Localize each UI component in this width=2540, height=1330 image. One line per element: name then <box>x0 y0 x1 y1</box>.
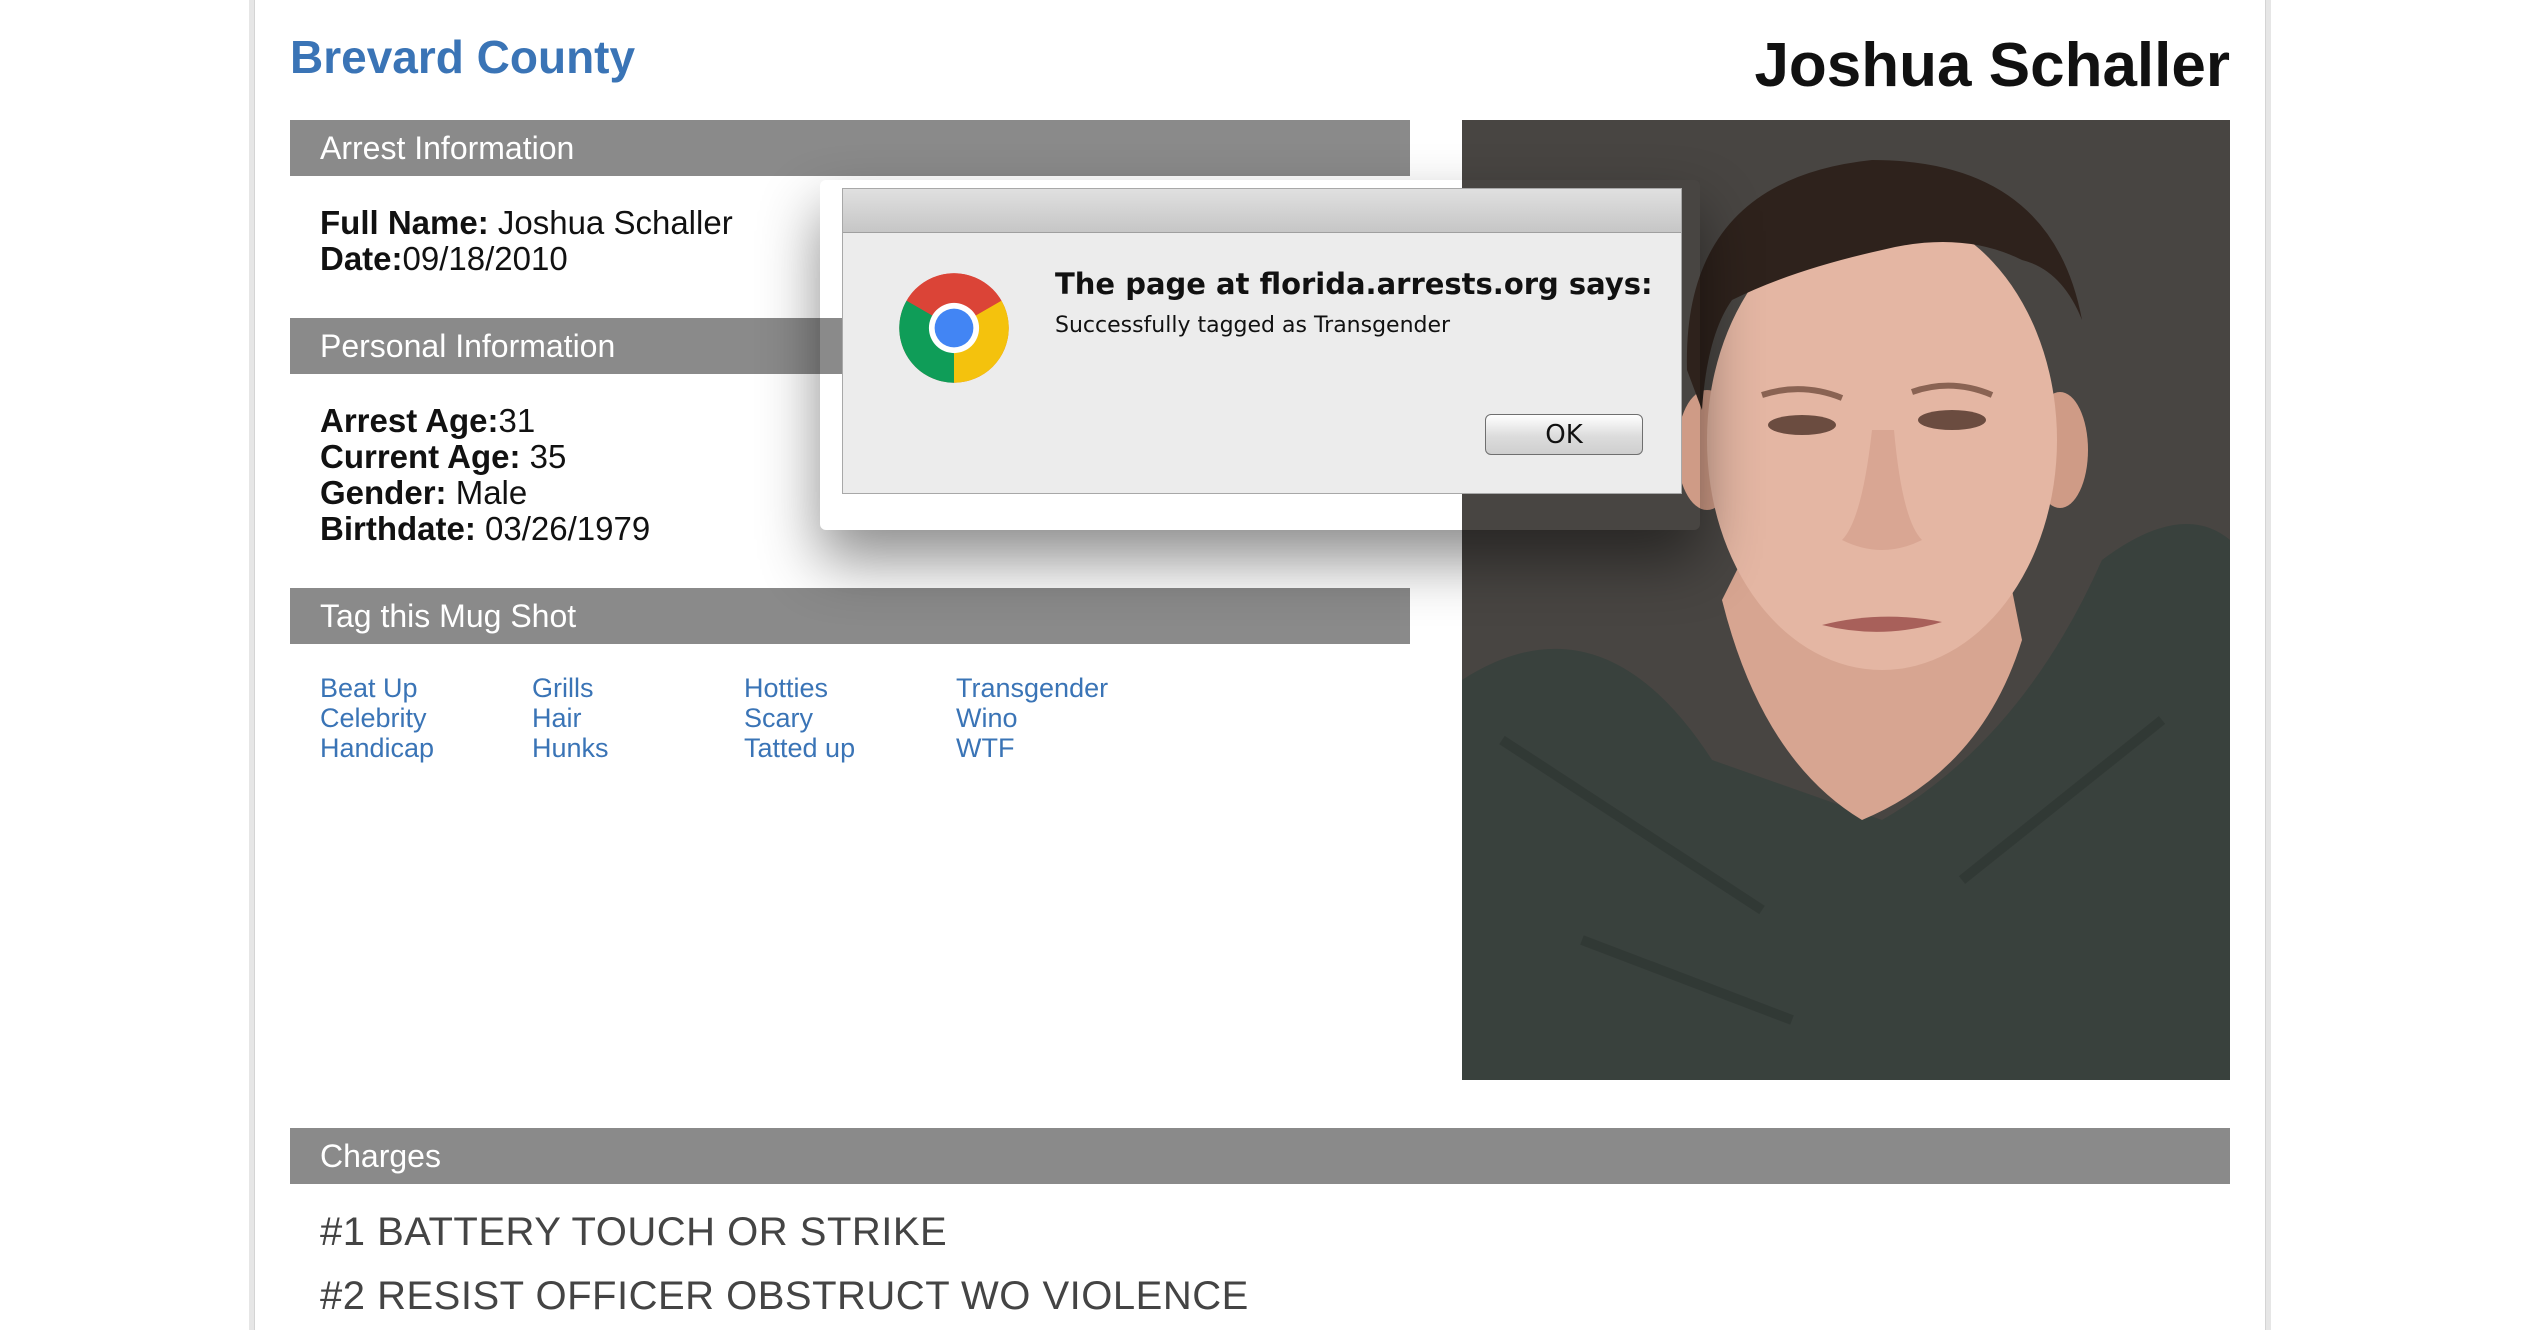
full-name-value: Joshua Schaller <box>497 204 733 241</box>
gender-row: Gender: Male <box>320 475 650 511</box>
tag-link-grills[interactable]: Grills <box>532 673 744 703</box>
tag-link-scary[interactable]: Scary <box>744 703 956 733</box>
left-page-border <box>249 0 255 1330</box>
arrest-age-value: 31 <box>498 402 536 439</box>
charge-item-1: #1 BATTERY TOUCH OR STRIKE <box>320 1210 948 1254</box>
birthdate-value: 03/26/1979 <box>485 510 651 547</box>
tag-link-handicap[interactable]: Handicap <box>320 733 532 763</box>
birthdate-label: Birthdate: <box>320 510 476 547</box>
charge-item-2: #2 RESIST OFFICER OBSTRUCT WO VIOLENCE <box>320 1274 1249 1318</box>
gender-value: Male <box>455 474 528 511</box>
ok-button[interactable]: OK <box>1485 414 1643 455</box>
alert-dialog: The page at florida.arrests.org says: Su… <box>842 188 1682 494</box>
arrest-info-bar: Arrest Information <box>290 120 1410 176</box>
arrest-age-label: Arrest Age: <box>320 402 499 439</box>
full-name-row: Full Name: Joshua Schaller <box>320 205 733 241</box>
tag-section-bar: Tag this Mug Shot <box>290 588 1410 644</box>
dialog-message: Successfully tagged as Transgender <box>1055 313 1451 338</box>
tag-link-transgender[interactable]: Transgender <box>956 673 1168 703</box>
arrest-age-row: Arrest Age:31 <box>320 403 650 439</box>
birthdate-row: Birthdate: 03/26/1979 <box>320 511 650 547</box>
tag-link-celebrity[interactable]: Celebrity <box>320 703 532 733</box>
dialog-title-bar[interactable] <box>843 189 1681 233</box>
tag-link-hair[interactable]: Hair <box>532 703 744 733</box>
date-value: 09/18/2010 <box>402 240 568 277</box>
tag-link-beat-up[interactable]: Beat Up <box>320 673 532 703</box>
tag-link-hotties[interactable]: Hotties <box>744 673 956 703</box>
arrest-info-body: Full Name: Joshua Schaller Date:09/18/20… <box>320 205 733 277</box>
person-name-heading: Joshua Schaller <box>1754 31 2230 100</box>
chrome-logo-icon <box>899 273 1009 383</box>
current-age-row: Current Age: 35 <box>320 439 650 475</box>
dialog-heading: The page at florida.arrests.org says: <box>1055 267 1653 301</box>
right-page-border <box>2265 0 2271 1330</box>
gender-label: Gender: <box>320 474 447 511</box>
charges-bar: Charges <box>290 1128 2230 1184</box>
tag-link-tatted-up[interactable]: Tatted up <box>744 733 956 763</box>
current-age-value: 35 <box>529 438 567 475</box>
current-age-label: Current Age: <box>320 438 521 475</box>
tag-link-wino[interactable]: Wino <box>956 703 1168 733</box>
tag-link-wtf[interactable]: WTF <box>956 733 1168 763</box>
date-row: Date:09/18/2010 <box>320 241 733 277</box>
tag-links-grid: Beat Up Grills Hotties Transgender Celeb… <box>320 673 1168 763</box>
county-heading: Brevard County <box>290 31 636 83</box>
personal-info-body: Arrest Age:31 Current Age: 35 Gender: Ma… <box>320 403 650 547</box>
full-name-label: Full Name: <box>320 204 489 241</box>
date-label: Date: <box>320 240 403 277</box>
tag-link-hunks[interactable]: Hunks <box>532 733 744 763</box>
